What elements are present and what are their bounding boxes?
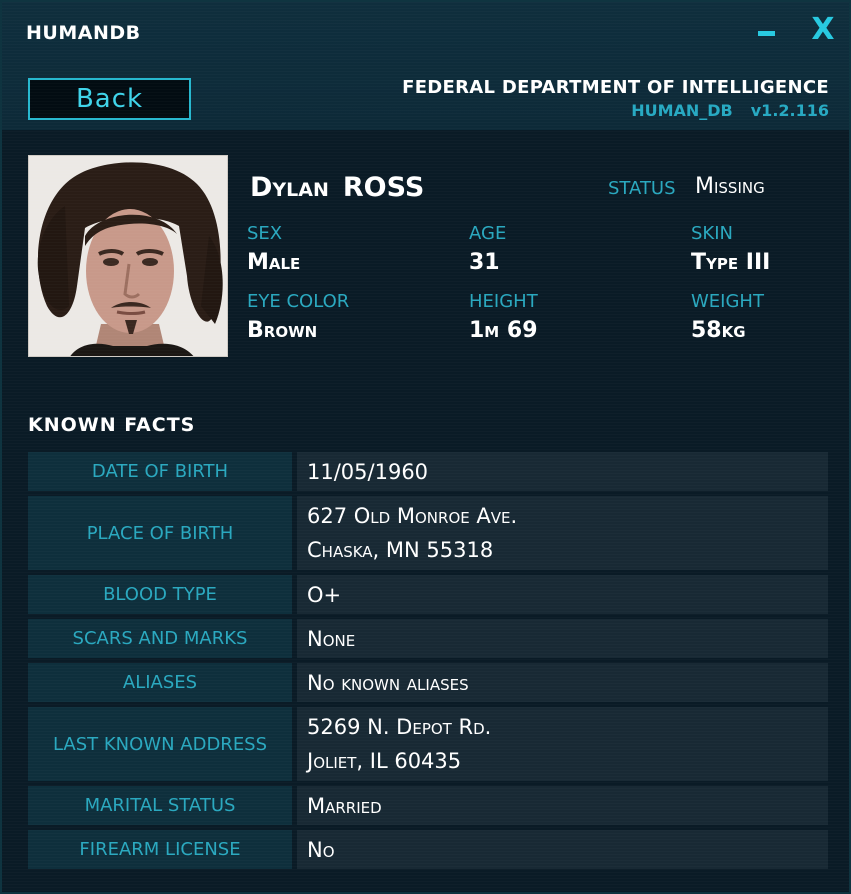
age-value: 31 [469, 250, 500, 275]
db-name: HUMAN_DB [631, 101, 733, 120]
eye-color-value: Brown [247, 318, 318, 343]
status-label: STATUS [608, 178, 676, 199]
fact-label-place-of-birth: PLACE OF BIRTH [28, 496, 292, 570]
last-name: ROSS [342, 172, 425, 203]
fact-line: O+ [307, 582, 342, 607]
fact-line: None [307, 626, 356, 651]
fact-line: 5269 N. Depot Rd. [307, 715, 492, 739]
known-facts-title: KNOWN FACTS [28, 414, 196, 436]
skin-label: SKIN [691, 223, 734, 244]
db-info: HUMAN_DB v1.2.116 [329, 101, 829, 120]
fact-value-aliases: No known aliases [297, 663, 828, 702]
profile-photo [28, 155, 228, 357]
fact-label-firearm-license: FIREARM LICENSE [28, 830, 292, 869]
fact-label-aliases: ALIASES [28, 663, 292, 702]
fact-line: 627 Old Monroe Ave. [307, 504, 518, 528]
fact-line: No known aliases [307, 670, 469, 695]
fact-line: No [307, 837, 335, 862]
sex-label: SEX [247, 223, 283, 244]
minimize-icon[interactable] [758, 31, 775, 36]
sex-value: Male [247, 250, 301, 275]
fact-line: 11/05/1960 [307, 459, 429, 484]
age-label: AGE [469, 223, 507, 244]
status-value: Missing [695, 174, 765, 199]
eye-color-label: EYE COLOR [247, 291, 350, 312]
fact-line: Chaska, MN 55318 [307, 538, 494, 562]
height-label: HEIGHT [469, 291, 538, 312]
window-header: HUMANDB X Back FEDERAL DEPARTMENT OF INT… [2, 2, 849, 130]
first-name: Dylan [250, 172, 329, 203]
fact-label-blood-type: BLOOD TYPE [28, 575, 292, 614]
fact-label-date-of-birth: DATE OF BIRTH [28, 452, 292, 491]
fact-value-place-of-birth: 627 Old Monroe Ave. Chaska, MN 55318 [297, 496, 828, 570]
db-version: v1.2.116 [750, 101, 829, 120]
fact-value-date-of-birth: 11/05/1960 [297, 452, 828, 491]
portrait-image [29, 156, 227, 356]
close-icon[interactable]: X [808, 12, 838, 48]
agency-name: FEDERAL DEPARTMENT OF INTELLIGENCE [402, 77, 829, 98]
person-name: Dylan ROSS [250, 172, 438, 203]
fact-label-last-known-address: LAST KNOWN ADDRESS [28, 707, 292, 781]
app-title: HUMANDB [26, 22, 141, 44]
weight-label: WEIGHT [691, 291, 764, 312]
fact-value-blood-type: O+ [297, 575, 828, 614]
back-button[interactable]: Back [28, 78, 191, 120]
fact-value-marital-status: Married [297, 786, 828, 825]
fact-label-marital-status: MARITAL STATUS [28, 786, 292, 825]
fact-label-scars-and-marks: SCARS AND MARKS [28, 619, 292, 658]
weight-value: 58kg [691, 318, 746, 343]
fact-value-last-known-address: 5269 N. Depot Rd. Joliet, IL 60435 [297, 707, 828, 781]
fact-line: Joliet, IL 60435 [307, 749, 462, 773]
humandb-window: HUMANDB X Back FEDERAL DEPARTMENT OF INT… [0, 0, 851, 894]
height-value: 1m 69 [469, 318, 538, 343]
fact-value-firearm-license: No [297, 830, 828, 869]
fact-value-scars-and-marks: None [297, 619, 828, 658]
skin-value: Type III [691, 250, 771, 275]
fact-line: Married [307, 793, 382, 818]
